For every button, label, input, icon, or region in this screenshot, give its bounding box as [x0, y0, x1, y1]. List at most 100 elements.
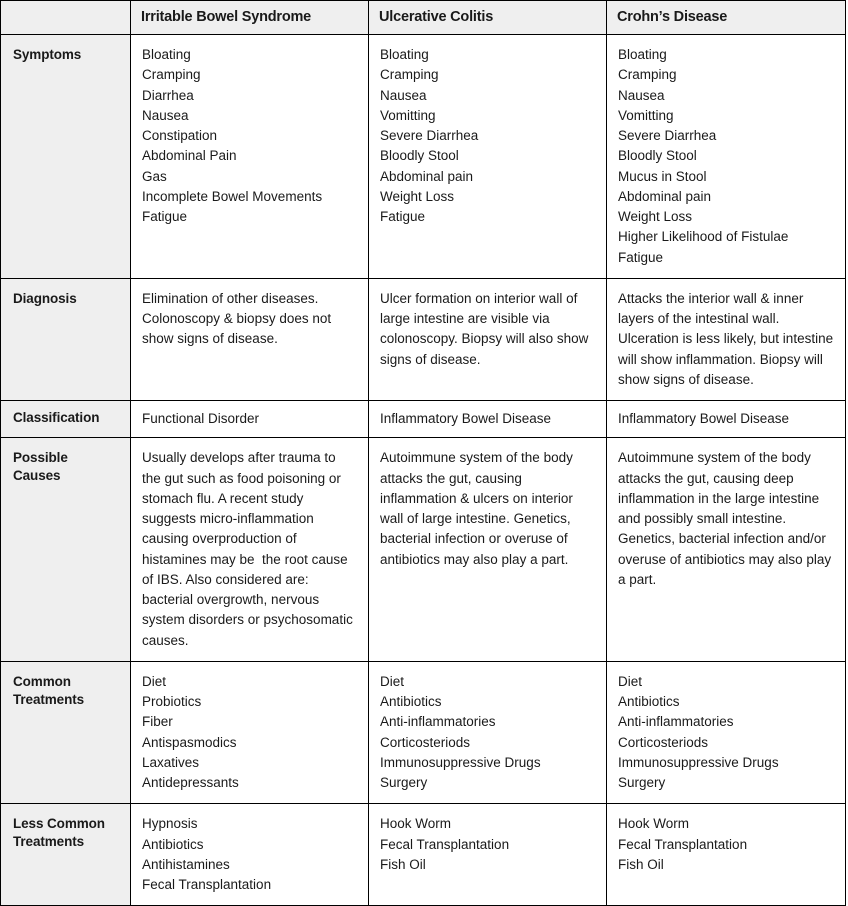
cell-classification-uc: Inflammatory Bowel Disease [368, 399, 607, 439]
list-item: Antibiotics [618, 694, 680, 709]
list-item: Nausea [142, 107, 189, 123]
list-item: Weight Loss [380, 188, 455, 204]
list-item: Immunosuppressive Drugs [618, 754, 779, 770]
list-item: Gas [142, 168, 167, 184]
list-item: Diet [618, 673, 643, 689]
cell-possible-causes-uc: Autoimmune system of the body attacks th… [368, 437, 607, 662]
list-item: Bloating [142, 47, 191, 62]
list-item: Higher Likelihood of Fistulae [618, 229, 789, 245]
diagnosis-text-uc: Ulcer formation on interior wall of larg… [380, 290, 593, 367]
symptom-list-cd: Bloating Cramping Nausea Vomitting Severe Di… [618, 45, 834, 268]
list-item: Cramping [618, 67, 677, 83]
list-item: Nausea [618, 87, 665, 103]
cell-common-treatments-ibs: Diet Probiotics Fiber Antispasmodics Laxativ… [130, 660, 369, 805]
row-label-common-treatments-line1: Common [13, 673, 71, 689]
list-item: Antihistamines [142, 856, 230, 872]
list-item: Laxatives [142, 754, 200, 770]
list-item: Fecal Transplantation [142, 877, 272, 892]
less-common-treatment-list-cd: Hook Worm Fecal Transplantation Fish Oil [618, 814, 834, 875]
less-common-treatment-list-uc: Hook Worm Fecal Transplantation Fish Oil [380, 814, 595, 875]
list-item: Diarrhea [142, 87, 194, 103]
list-item: Diet [380, 673, 405, 689]
list-item: Fatigue [142, 209, 188, 224]
row-label-possible-causes: Possible Causes [0, 437, 131, 662]
list-item: Surgery [380, 775, 428, 790]
disease-comparison-table: Irritable Bowel Syndrome Ulcerative Coli… [0, 0, 846, 906]
list-item: Severe Diarrhea [618, 128, 717, 143]
cell-classification-cd: Inflammatory Bowel Disease [606, 399, 846, 439]
list-item: Surgery [618, 775, 666, 790]
column-header-ulcerative-colitis: Ulcerative Colitis [368, 0, 607, 35]
common-treatment-list-uc: Diet Antibiotics Anti-inflammatories Cortic… [380, 672, 595, 794]
row-label-classification: Classification [0, 399, 131, 439]
table-row-classification: Classification Functional Disorder Infla… [0, 399, 846, 439]
row-label-less-common-treatments-line1: Less Common [13, 816, 105, 832]
list-item: Weight Loss [618, 209, 693, 224]
cell-symptoms-uc: Bloating Cramping Nausea Vomitting Severe Di… [368, 34, 607, 279]
row-label-common-treatments: Common Treatments [0, 660, 131, 805]
cell-possible-causes-ibs: Usually develops after trauma to the gut… [130, 437, 369, 662]
diagnosis-text-ibs: Elimination of other diseases. Colonosco… [142, 290, 335, 347]
row-label-symptoms: Symptoms [0, 34, 131, 279]
cell-symptoms-cd: Bloating Cramping Nausea Vomitting Severe Di… [606, 34, 846, 279]
list-item: Fish Oil [380, 856, 426, 872]
column-header-ibs: Irritable Bowel Syndrome [130, 0, 369, 35]
list-item: Constipation [142, 128, 218, 143]
list-item: Hypnosis [142, 816, 198, 832]
list-item: Hook Worm [380, 816, 452, 832]
list-item: Abdominal pain [618, 188, 712, 204]
cell-classification-ibs: Functional Disorder [130, 399, 369, 439]
symptom-list-ibs: Bloating Cramping Diarrhea Nausea Constipati… [142, 45, 357, 227]
list-item: Fatigue [380, 209, 426, 224]
classification-text-uc: Inflammatory Bowel Disease [380, 411, 552, 426]
list-item: Fecal Transplantation [618, 836, 748, 852]
cell-less-common-treatments-cd: Hook Worm Fecal Transplantation Fish Oil [606, 803, 846, 906]
classification-text-ibs: Functional Disorder [142, 411, 260, 426]
list-item: Bloodly Stool [618, 148, 697, 164]
cell-common-treatments-cd: Diet Antibiotics Anti-inflammatories Cortic… [606, 660, 846, 805]
list-item: Antispasmodics [142, 734, 237, 750]
table-row-less-common-treatments: Less Common Treatments Hypnosis Antibioti… [0, 803, 846, 906]
cell-diagnosis-cd: Attacks the interior wall & inner layers… [606, 277, 846, 402]
possible-causes-text-ibs: Usually develops after trauma to the gut… [142, 450, 357, 648]
list-item: Fiber [142, 714, 173, 730]
list-item: Anti-inflammatories [380, 714, 496, 730]
symptom-list-uc: Bloating Cramping Nausea Vomitting Severe Di… [380, 45, 595, 227]
row-label-less-common-treatments: Less Common Treatments [0, 803, 131, 906]
cell-less-common-treatments-ibs: Hypnosis Antibiotics Antihistamines Fecal T… [130, 803, 369, 906]
row-label-possible-causes-line1: Possible [13, 450, 68, 466]
list-item: Vomitting [380, 107, 436, 123]
cell-diagnosis-ibs: Elimination of other diseases. Colonosco… [130, 277, 369, 402]
list-item: Antibiotics [142, 836, 204, 852]
table-row-symptoms: Symptoms Bloating Cramping Diarrhea Nausea C… [0, 34, 846, 279]
list-item: Antibiotics [380, 694, 442, 709]
list-item: Diet [142, 673, 167, 689]
list-item: Vomitting [618, 107, 674, 123]
cell-symptoms-ibs: Bloating Cramping Diarrhea Nausea Constipati… [130, 34, 369, 279]
classification-text-cd: Inflammatory Bowel Disease [618, 411, 790, 426]
list-item: Cramping [380, 67, 439, 83]
cell-diagnosis-uc: Ulcer formation on interior wall of larg… [368, 277, 607, 402]
list-item: Abdominal pain [380, 168, 474, 184]
row-label-diagnosis: Diagnosis [0, 277, 131, 402]
row-label-common-treatments-line2: Treatments [13, 691, 85, 707]
list-item: Corticosteriods [618, 734, 709, 750]
less-common-treatment-list-ibs: Hypnosis Antibiotics Antihistamines Fecal T… [142, 814, 357, 895]
list-item: Bloating [380, 47, 429, 62]
list-item: Hook Worm [618, 816, 690, 832]
list-item: Corticosteriods [380, 734, 471, 750]
list-item: Anti-inflammatories [618, 714, 734, 730]
row-label-possible-causes-line2: Causes [13, 468, 61, 484]
list-item: Probiotics [142, 694, 202, 709]
column-header-crohns-disease: Crohn’s Disease [606, 0, 846, 35]
list-item: Severe Diarrhea [380, 128, 479, 143]
table-row-possible-causes: Possible Causes Usually develops after t… [0, 437, 846, 662]
table-row-common-treatments: Common Treatments Diet Probiotics Fiber Ant… [0, 660, 846, 805]
cell-common-treatments-uc: Diet Antibiotics Anti-inflammatories Cortic… [368, 660, 607, 805]
possible-causes-text-uc: Autoimmune system of the body attacks th… [380, 450, 577, 567]
list-item: Fatigue [618, 249, 664, 265]
list-item: Cramping [142, 67, 201, 83]
list-item: Bloodly Stool [380, 148, 459, 164]
list-item: Immunosuppressive Drugs [380, 754, 541, 770]
list-item: Nausea [380, 87, 427, 103]
